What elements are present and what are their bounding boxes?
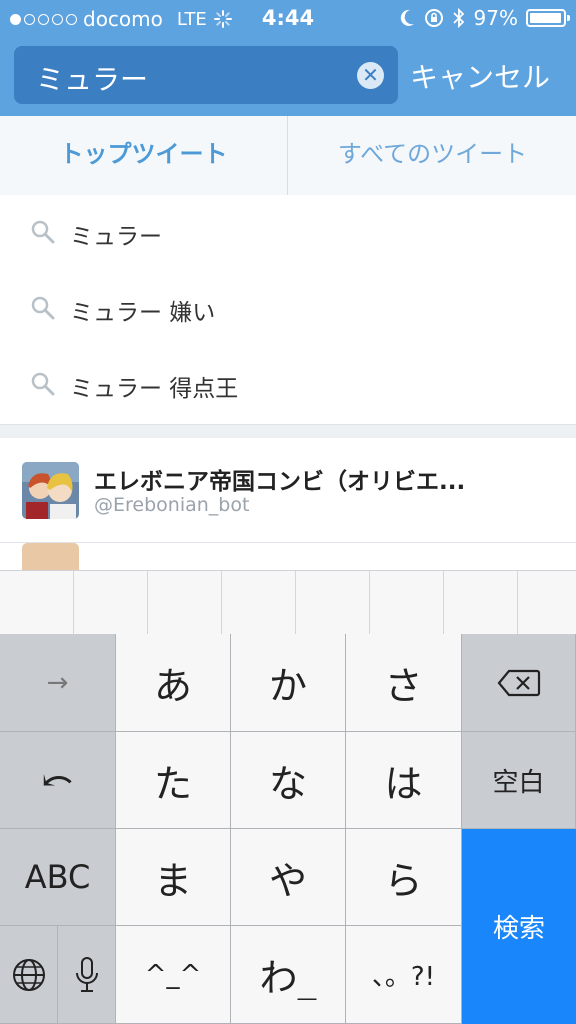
clear-search-icon[interactable]: ✕ <box>357 62 384 89</box>
candidate-cell[interactable] <box>370 571 444 635</box>
avatar <box>22 462 79 519</box>
candidate-cell[interactable] <box>444 571 518 635</box>
user-result-partial[interactable] <box>0 543 576 571</box>
user-result[interactable]: エレボニア帝国コンビ（オリビエ... @Erebonian_bot <box>0 438 576 543</box>
candidate-cell[interactable] <box>74 571 148 635</box>
space-key[interactable]: 空白 <box>462 732 576 829</box>
suggestion-label: ミュラー 得点王 <box>70 376 239 402</box>
key-punctuation[interactable]: 、。?! <box>346 926 462 1024</box>
tab-top-tweets[interactable]: トップツイート <box>0 116 288 195</box>
keyboard: → あ か さ ⤺ た な は 空白 ABC ま や ら ^_^ わ_ 、。?!… <box>0 634 576 1024</box>
search-icon <box>31 220 55 244</box>
user-name: エレボニア帝国コンビ（オリビエ... <box>94 469 466 495</box>
suggestion-item[interactable]: ミュラー 嫌い <box>0 271 576 348</box>
mic-key[interactable] <box>58 926 116 1024</box>
search-tabs: トップツイート すべてのツイート <box>0 116 576 196</box>
user-handle: @Erebonian_bot <box>94 494 250 516</box>
delete-key[interactable] <box>462 634 576 732</box>
key-next-arrow[interactable]: → <box>0 634 116 732</box>
search-input[interactable]: ミュラー ✕ <box>14 46 398 104</box>
key-emoticon[interactable]: ^_^ <box>116 926 231 1024</box>
key-a[interactable]: あ <box>116 634 231 732</box>
globe-icon <box>12 958 45 991</box>
suggestion-label: ミュラー <box>70 224 162 250</box>
status-bar: docomo LTE 4:44 97% <box>0 0 576 38</box>
suggestion-label: ミュラー 嫌い <box>70 300 216 326</box>
candidate-cell[interactable] <box>0 571 74 635</box>
key-ta[interactable]: た <box>116 732 231 829</box>
search-key[interactable]: 検索 <box>462 829 576 1024</box>
avatar <box>22 543 79 571</box>
battery-icon <box>526 9 570 27</box>
undo-key[interactable]: ⤺ <box>0 732 116 829</box>
header: docomo LTE 4:44 97% ミュラー ✕ キャンセル <box>0 0 576 116</box>
candidate-cell[interactable] <box>148 571 222 635</box>
mic-icon <box>75 956 98 992</box>
key-ra[interactable]: ら <box>346 829 462 926</box>
backspace-icon <box>497 669 540 696</box>
status-right: 97% <box>398 6 570 30</box>
candidate-cell[interactable] <box>296 571 370 635</box>
battery-percent: 97% <box>473 6 518 30</box>
tab-all-tweets[interactable]: すべてのツイート <box>289 116 576 195</box>
moon-icon <box>400 9 414 26</box>
suggestion-item[interactable]: ミュラー 得点王 <box>0 347 576 424</box>
suggestion-item[interactable]: ミュラー <box>0 195 576 272</box>
candidate-cell[interactable] <box>222 571 296 635</box>
key-sa[interactable]: さ <box>346 634 462 732</box>
key-wa[interactable]: わ_ <box>231 926 346 1024</box>
key-na[interactable]: な <box>231 732 346 829</box>
section-separator <box>0 424 576 439</box>
key-ma[interactable]: ま <box>116 829 231 926</box>
search-icon <box>31 296 55 320</box>
cancel-button[interactable]: キャンセル <box>410 56 550 96</box>
search-icon <box>31 372 55 396</box>
key-ya[interactable]: や <box>231 829 346 926</box>
search-query: ミュラー <box>36 63 149 96</box>
key-ha[interactable]: は <box>346 732 462 829</box>
globe-key[interactable] <box>0 926 58 1024</box>
abc-key[interactable]: ABC <box>0 829 116 926</box>
key-ka[interactable]: か <box>231 634 346 732</box>
candidate-bar <box>0 570 576 635</box>
bluetooth-icon <box>452 7 464 29</box>
rotation-lock-icon <box>424 9 443 27</box>
